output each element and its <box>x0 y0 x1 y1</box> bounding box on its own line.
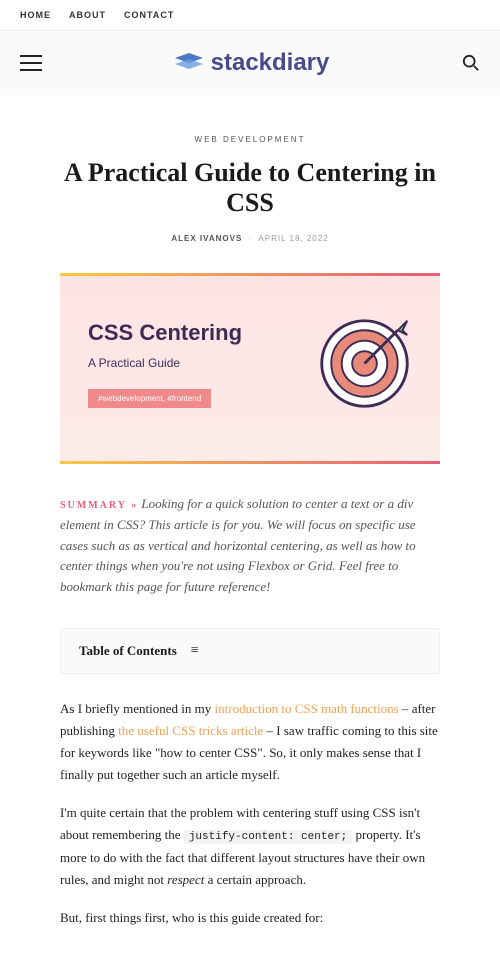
code-snippet: justify-content: center; <box>184 830 352 844</box>
page-title: A Practical Guide to Centering in CSS <box>60 158 440 218</box>
hero-sub: A Practical Guide <box>88 356 242 370</box>
publish-date: APRIL 18, 2022 <box>258 234 328 243</box>
link-css-tricks[interactable]: the useful CSS tricks article <box>118 723 263 738</box>
article: WEB DEVELOPMENT A Practical Guide to Cen… <box>40 95 460 965</box>
logo-text: stackdiary <box>211 49 330 77</box>
hero-tag: #webdevelopment, #frontend <box>88 389 211 408</box>
summary: SUMMARY » Looking for a quick solution t… <box>60 494 440 598</box>
table-of-contents[interactable]: Table of Contents ≡ <box>60 628 440 674</box>
paragraph: I'm quite certain that the problem with … <box>60 802 440 891</box>
menu-icon[interactable] <box>20 55 42 71</box>
paragraph: As I briefly mentioned in my introductio… <box>60 698 440 786</box>
nav-home[interactable]: HOME <box>20 10 51 20</box>
search-icon[interactable] <box>462 54 480 72</box>
toc-title: Table of Contents <box>79 643 177 659</box>
toc-toggle-icon[interactable]: ≡ <box>191 643 199 659</box>
site-logo[interactable]: stackdiary <box>175 49 330 77</box>
hero-heading: CSS Centering <box>88 320 242 346</box>
paragraph: But, first things first, who is this gui… <box>60 907 440 929</box>
category-label[interactable]: WEB DEVELOPMENT <box>60 135 440 144</box>
nav-contact[interactable]: CONTACT <box>124 10 174 20</box>
link-math-functions[interactable]: introduction to CSS math functions <box>215 701 399 716</box>
logo-icon <box>175 53 203 73</box>
author-name[interactable]: ALEX IVANOVS <box>171 234 242 243</box>
nav-about[interactable]: ABOUT <box>69 10 106 20</box>
site-header: stackdiary <box>0 31 500 95</box>
summary-label: SUMMARY » <box>60 500 138 511</box>
article-body: As I briefly mentioned in my introductio… <box>60 698 440 929</box>
byline: ALEX IVANOVS · APRIL 18, 2022 <box>60 234 440 243</box>
top-nav: HOME ABOUT CONTACT <box>0 0 500 31</box>
hero-image: CSS Centering A Practical Guide #webdeve… <box>60 273 440 464</box>
target-icon <box>317 316 412 411</box>
